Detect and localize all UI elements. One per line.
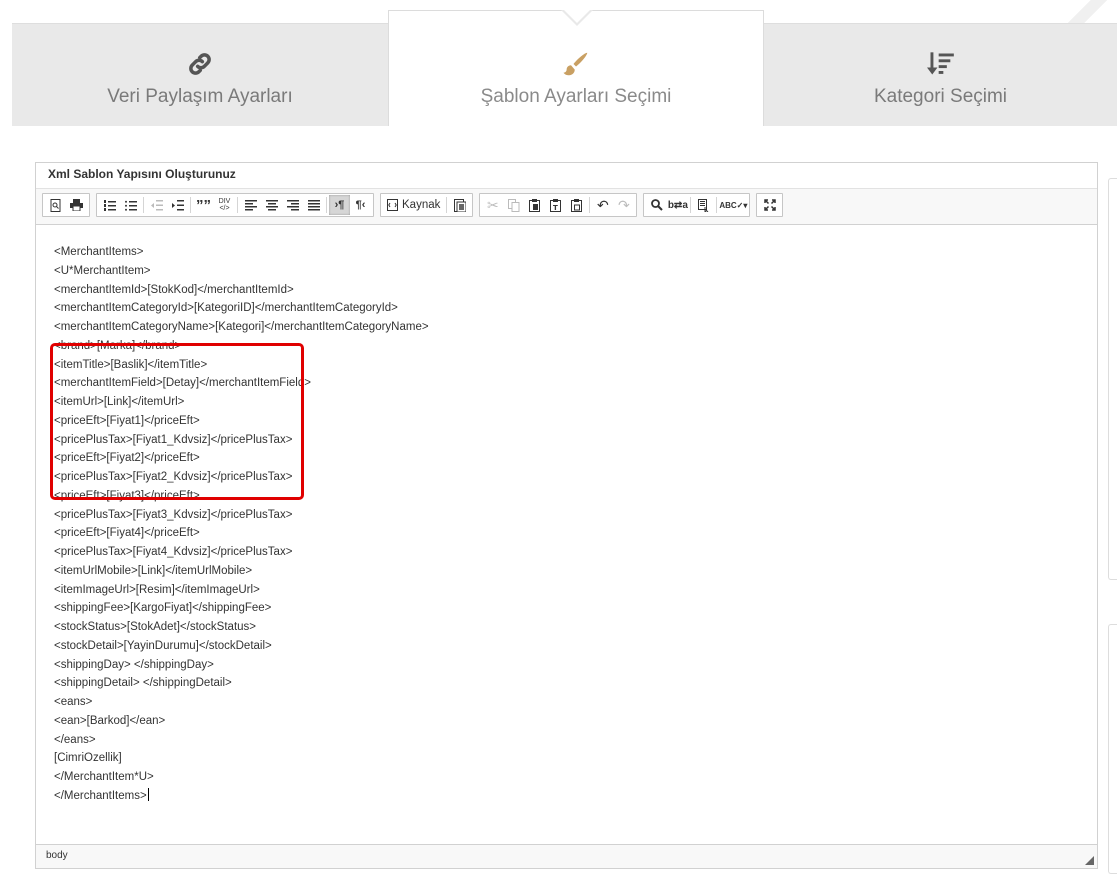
source-button-label: Kaynak [402, 199, 441, 211]
toolbar-separator [326, 197, 327, 213]
toolbar-group-document [42, 193, 90, 217]
maximize-icon[interactable] [759, 195, 780, 215]
wizard-step-category[interactable]: Kategori Seçimi [764, 24, 1117, 127]
side-card-edge [1108, 178, 1117, 580]
price-fields-highlight [50, 343, 304, 500]
toolbar-group-view [756, 193, 784, 217]
spellcheck-icon[interactable]: ABC✓▾ [719, 195, 747, 215]
side-card-edge [1108, 624, 1117, 874]
code-line[interactable]: <itemImageUrl>[Resim]</itemImageUrl> [54, 581, 1079, 600]
code-line[interactable]: [CimriOzellik] [54, 749, 1079, 768]
replace-icon[interactable]: b⇄a [667, 195, 688, 215]
find-icon[interactable] [646, 195, 667, 215]
text-direction-ltr-icon[interactable]: ›¶ [329, 195, 350, 215]
paste-icon[interactable] [524, 195, 545, 215]
create-div-icon[interactable]: DIV </> [214, 195, 235, 215]
code-line[interactable]: <merchantItemCategoryId>[KategoriID]</me… [54, 299, 1079, 318]
toolbar-separator [143, 197, 144, 213]
text-caret [147, 787, 149, 801]
svg-text:T: T [553, 204, 558, 212]
code-line[interactable]: <stockStatus>[StokAdet]</stockStatus> [54, 618, 1079, 637]
code-line[interactable]: </MerchantItem*U> [54, 768, 1079, 787]
wizard-step-data-sharing[interactable]: Veri Paylaşım Ayarları [12, 24, 388, 127]
toolbar-group-clipboard: ✂ T ↶ ↷ [479, 193, 638, 217]
source-button[interactable]: Kaynak [383, 195, 444, 215]
wizard-steps: Veri Paylaşım Ayarları Şablon Ayarları S… [12, 9, 1117, 127]
outdent-icon[interactable] [146, 195, 167, 215]
toolbar-group-blocks: ”” DIV </> ›¶ ¶‹ [96, 193, 374, 217]
code-line[interactable]: <priceEft>[Fiyat4]</priceEft> [54, 524, 1079, 543]
code-line[interactable]: <eans> [54, 693, 1079, 712]
toolbar-group-source: Kaynak [380, 193, 474, 217]
blockquote-icon[interactable]: ”” [193, 195, 214, 215]
wizard-step-label: Kategori Seçimi [873, 86, 1008, 107]
sort-icon [764, 49, 1117, 79]
link-icon [12, 49, 388, 79]
toolbar-separator [190, 197, 191, 213]
code-line[interactable]: <merchantItemId>[StokKod]</merchantItemI… [54, 281, 1079, 300]
code-line[interactable]: <pricePlusTax>[Fiyat4_Kdvsiz]</pricePlus… [54, 543, 1079, 562]
wizard-step-label: Veri Paylaşım Ayarları [107, 86, 293, 107]
code-line[interactable]: </eans> [54, 731, 1079, 750]
wizard-step-template-settings[interactable]: Şablon Ayarları Seçimi [388, 9, 764, 127]
resize-handle-icon[interactable] [1085, 856, 1094, 865]
editor-statusbar: body [36, 844, 1097, 868]
code-line[interactable]: <pricePlusTax>[Fiyat3_Kdvsiz]</pricePlus… [54, 506, 1079, 525]
print-icon[interactable] [66, 195, 87, 215]
bullet-list-icon[interactable] [120, 195, 141, 215]
code-line[interactable]: <U*MerchantItem> [54, 262, 1079, 281]
preview-icon[interactable] [45, 195, 66, 215]
toolbar-group-editing: b⇄a ABC✓▾ [643, 193, 751, 217]
templates-icon[interactable] [449, 195, 470, 215]
text-direction-rtl-icon[interactable]: ¶‹ [350, 195, 371, 215]
code-line[interactable]: <shippingFee>[KargoFiyat]</shippingFee> [54, 599, 1079, 618]
select-all-icon[interactable] [693, 195, 714, 215]
editor-content-area[interactable]: <MerchantItems> <U*MerchantItem> <merchant… [36, 225, 1097, 844]
align-right-icon[interactable] [282, 195, 303, 215]
active-step-notch [561, 9, 593, 26]
copy-icon[interactable] [503, 195, 524, 215]
decorative-corner [1057, 0, 1117, 24]
code-line[interactable]: <shippingDay> </shippingDay> [54, 656, 1079, 675]
code-line[interactable]: <stockDetail>[YayinDurumu]</stockDetail> [54, 637, 1079, 656]
code-line[interactable]: <ean>[Barkod]</ean> [54, 712, 1079, 731]
wizard-step-label: Şablon Ayarları Seçimi [480, 86, 672, 107]
paste-text-icon[interactable]: T [545, 195, 566, 215]
toolbar-separator [690, 197, 692, 213]
brush-icon [389, 49, 763, 79]
editor-title: Xml Sablon Yapısını Oluşturunuz [36, 163, 1097, 189]
paste-word-icon[interactable] [566, 195, 587, 215]
editor-toolbar: ”” DIV </> ›¶ ¶‹ Kaynak ✂ T ↶ ↷ b⇄a ABC✓… [36, 189, 1097, 225]
code-line[interactable]: </MerchantItems> [54, 787, 1079, 806]
toolbar-separator [237, 197, 238, 213]
source-icon [387, 199, 398, 211]
redo-icon[interactable]: ↷ [613, 195, 634, 215]
element-path-body[interactable]: body [46, 850, 68, 861]
code-line[interactable]: <shippingDetail> </shippingDetail> [54, 674, 1079, 693]
align-justify-icon[interactable] [303, 195, 324, 215]
toolbar-separator [716, 197, 718, 213]
xml-template-editor: Xml Sablon Yapısını Oluşturunuz ”” DIV </… [35, 162, 1098, 869]
main-panel: Xml Sablon Yapısını Oluşturunuz ”” DIV </… [12, 126, 1117, 874]
indent-icon[interactable] [167, 195, 188, 215]
code-line[interactable]: <merchantItemCategoryName>[Kategori]</me… [54, 318, 1079, 337]
undo-icon[interactable]: ↶ [592, 195, 613, 215]
numbered-list-icon[interactable] [99, 195, 120, 215]
align-center-icon[interactable] [261, 195, 282, 215]
cut-icon[interactable]: ✂ [482, 195, 503, 215]
code-line[interactable]: <MerchantItems> [54, 243, 1079, 262]
toolbar-separator [446, 197, 448, 213]
code-line[interactable]: <itemUrlMobile>[Link]</itemUrlMobile> [54, 562, 1079, 581]
toolbar-separator [589, 197, 591, 213]
align-left-icon[interactable] [240, 195, 261, 215]
